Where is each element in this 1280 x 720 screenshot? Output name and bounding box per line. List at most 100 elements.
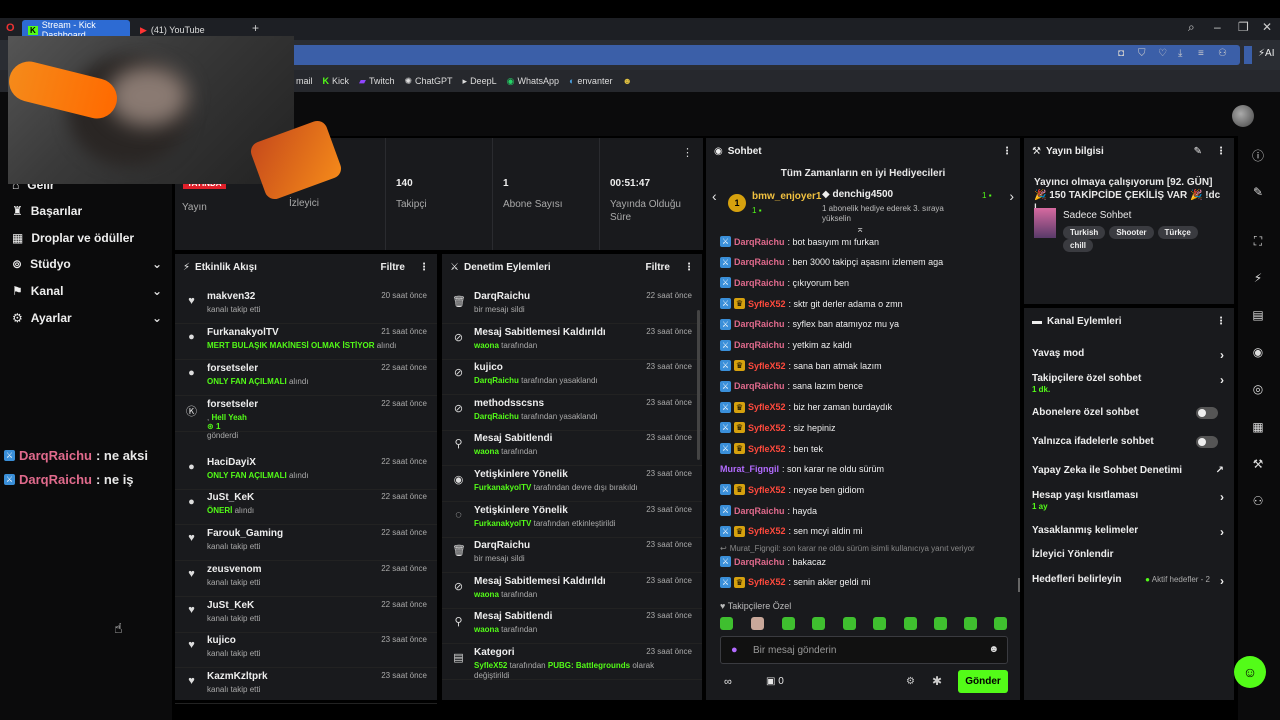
bookmark-kick[interactable]: K Kick [323,76,350,86]
chat-username[interactable]: DarqRaichu [734,381,785,391]
chat-username[interactable]: SyfleX52 [748,299,786,309]
opera-logo-icon[interactable]: O [6,22,15,34]
scrollbar[interactable] [697,310,700,460]
chat-username[interactable]: DarqRaichu [734,278,785,288]
more-icon[interactable]: ⋮ [1216,146,1226,157]
activity-filter-button[interactable]: Filtre [381,262,405,273]
send-button[interactable]: Gönder [958,670,1008,693]
more-icon[interactable]: ⋮ [1216,316,1226,327]
profile-icon[interactable]: ⚇ [1218,48,1227,59]
chat-message[interactable]: ⚔ DarqRaichu: hayda [720,505,817,517]
sidebar-item-ayarlar[interactable]: ⚙ Ayarlar ⌄ [12,311,162,325]
channel-action-item[interactable]: Abonelere özel sohbet [1032,407,1224,419]
chat-message[interactable]: ⚔ DarqRaichu: bakacaz [720,556,826,567]
camera-icon[interactable]: ◘ [1118,48,1124,59]
chat-username[interactable]: DarqRaichu [734,506,785,516]
bookmark-twitch[interactable]: ▰ Twitch [359,76,394,87]
chat-message[interactable]: ⚔ ♛ SyfleX52: sktr git derler adama o zmn [720,298,903,310]
infinity-icon[interactable]: ∞ [724,676,732,688]
menu-icon[interactable]: ≡ [1198,48,1204,59]
wrench-icon[interactable]: ⚒ [1246,452,1270,476]
tag-chip[interactable]: chill [1063,239,1094,252]
chat-bubble-icon[interactable]: ◉ [1246,340,1270,364]
emote-icon[interactable] [782,617,795,630]
tag-chip[interactable]: Türkçe [1157,226,1198,239]
bookmark-mail[interactable]: mail [296,76,313,86]
channel-action-item[interactable]: Yasaklanmış kelimeler › [1032,525,1224,539]
chat-message[interactable]: ⚔ ♛ SyfleX52: ben tek [720,443,823,454]
tag-chip[interactable]: Shooter [1109,226,1154,239]
chat-username[interactable]: DarqRaichu [734,237,785,247]
avatar[interactable] [1232,105,1254,127]
chat-message[interactable]: Murat_Figngil: son karar ne oldu sürüm [720,464,884,474]
chat-message[interactable]: ⚔ ♛ SyfleX52: neyse ben gidiom [720,484,864,496]
sidebar-item-droplar[interactable]: ▦ Droplar ve ödüller [12,231,162,245]
new-tab-icon[interactable]: + [252,21,259,35]
support-chat-icon[interactable]: ☺ [1234,656,1266,688]
emote-icon[interactable] [720,617,733,630]
chat-message[interactable]: ⚔ DarqRaichu: yetkim az kaldı [720,339,852,351]
channel-action-item[interactable]: Hesap yaşı kısıtlaması 1 ay › [1032,490,1224,512]
chat-username[interactable]: DarqRaichu [734,340,785,350]
channel-action-item[interactable]: Takipçilere özel sohbet 1 dk. › [1032,373,1224,395]
bookmark-chatgpt[interactable]: ✺ ChatGPT [404,76,452,87]
channel-action-item[interactable]: İzleyici Yönlendir [1032,549,1224,560]
emote-icon[interactable] [812,617,825,630]
puzzle-icon[interactable]: ✱ [932,674,942,688]
more-icon[interactable]: ⋮ [684,262,694,273]
ai-button[interactable]: ⚡AI [1258,48,1274,59]
chat-message[interactable]: ⚔ DarqRaichu: çıkıyorum ben [720,277,849,289]
emote-icon[interactable] [873,617,886,630]
bookmark-envanter[interactable]: ◐ envanter [569,76,612,86]
bookmark-deepl[interactable]: ▸ DeepL [463,76,497,87]
screen-icon[interactable]: ⛶ [1246,229,1270,253]
clipboard-icon[interactable]: ▤ [1246,303,1270,327]
chat-username[interactable]: SyfleX52 [748,361,786,371]
minimize-icon[interactable]: – [1214,20,1221,34]
emote-icon[interactable] [964,617,977,630]
chat-message[interactable]: ⚔ ♛ SyfleX52: biz her zaman burdaydık [720,401,892,413]
chat-username[interactable]: DarqRaichu [734,319,785,329]
tag-chip[interactable]: Turkish [1063,226,1106,239]
info-icon[interactable]: ⓘ [1246,144,1270,168]
emoji-icon[interactable]: ☻ [988,644,999,655]
emote-icon[interactable] [904,617,917,630]
edit-icon[interactable]: ✎ [1194,146,1202,157]
chat-message[interactable]: ⚔ DarqRaichu: syflex ban atamıyoz mu ya [720,318,899,330]
chat-message[interactable]: ⚔ DarqRaichu: ben 3000 takipçi aşasını iz… [720,256,943,268]
chat-scrollbar[interactable] [1018,578,1020,592]
calendar-icon[interactable]: ▦ [1246,415,1270,439]
maximize-icon[interactable]: ❐ [1238,20,1249,34]
chat-username[interactable]: SyfleX52 [748,485,786,495]
chat-message[interactable]: ⚔ ♛ SyfleX52: sen mcyi aldin mi [720,525,863,537]
search-icon[interactable]: ⌕ [1188,20,1195,35]
sidebar-item-studyo[interactable]: ⊚ Stüdyo ⌄ [12,257,162,271]
chat-username[interactable]: SyfleX52 [748,577,786,587]
chat-username[interactable]: SyfleX52 [748,402,786,412]
broadcast-icon[interactable]: ◎ [1246,377,1270,401]
moderation-filter-button[interactable]: Filtre [646,262,670,273]
chevron-left-icon[interactable]: ‹ [712,188,717,204]
chat-message[interactable]: ⚔ DarqRaichu: sana lazım bence [720,380,863,392]
emote-icon[interactable] [934,617,947,630]
channel-action-item[interactable]: Yapay Zeka ile Sohbet Denetimi ↗ [1032,465,1224,476]
users-icon[interactable]: ⚇ [1246,489,1270,513]
channel-action-item[interactable]: Yavaş mod › [1032,348,1224,362]
emote-icon[interactable] [843,617,856,630]
toggle-switch[interactable] [1196,407,1218,419]
toggle-switch[interactable] [1196,436,1218,448]
address-field[interactable] [290,45,1240,65]
chat-input[interactable]: ● Bir mesaj gönderin ☻ [720,636,1008,664]
download-icon[interactable]: ⤓ [1178,48,1182,59]
heart-icon[interactable]: ♡ [1158,48,1167,59]
channel-action-item[interactable]: Hedefleri belirleyin ● Aktif hedefler - 2… [1032,574,1224,588]
shield-icon[interactable]: ⛉ [1138,48,1146,59]
ai-sidebar-tab[interactable] [1244,46,1252,64]
chat-username[interactable]: SyfleX52 [748,444,786,454]
chevron-right-icon[interactable]: › [1009,188,1014,204]
chat-message[interactable]: ⚔ ♛ SyfleX52: siz hepiniz [720,422,836,434]
bookmark-extra[interactable]: ☻ [622,76,631,86]
gear-icon[interactable]: ⚙ [906,676,915,687]
more-icon[interactable]: ⋮ [1002,146,1012,157]
sidebar-item-kanal[interactable]: ⚑ Kanal ⌄ [12,284,162,298]
